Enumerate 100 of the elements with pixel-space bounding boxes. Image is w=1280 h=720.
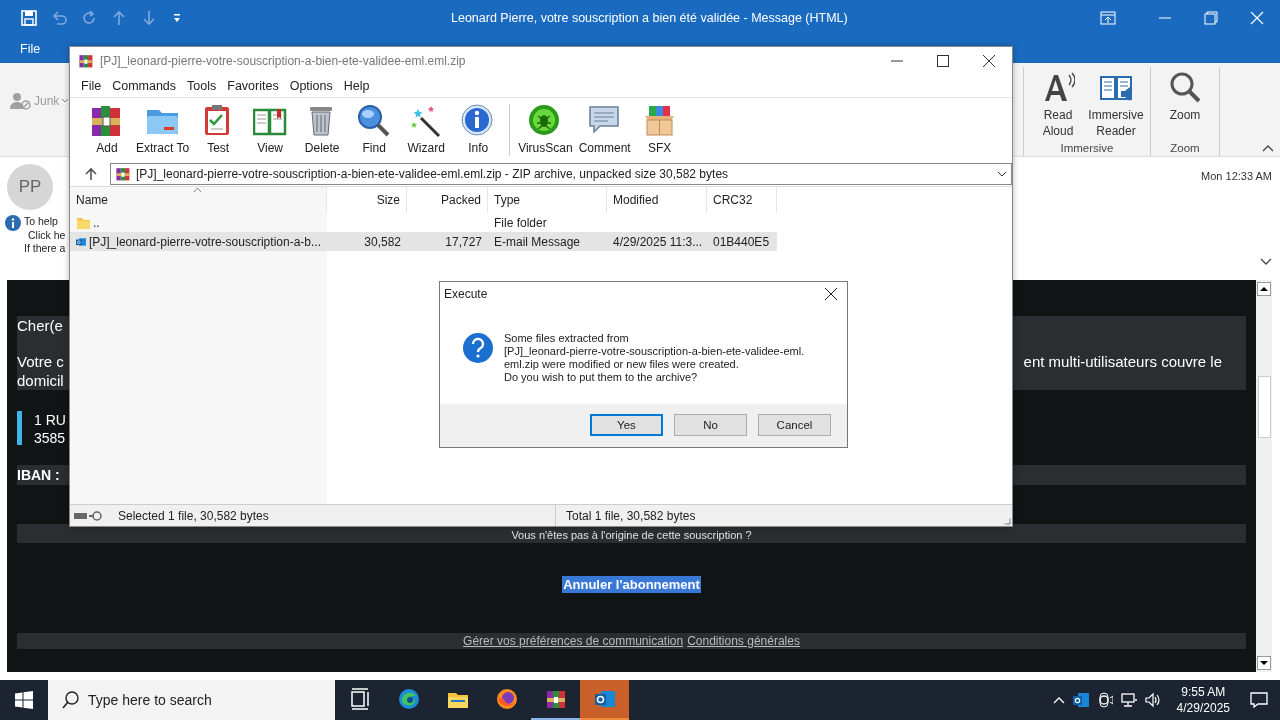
- mail-app-icon[interactable]: [1072, 692, 1089, 708]
- column-header[interactable]: Modified: [607, 187, 707, 213]
- drive-key-icon: [74, 510, 104, 521]
- menu-item[interactable]: Tools: [182, 79, 222, 93]
- dialog-button[interactable]: Yes: [590, 414, 663, 436]
- toolbar-button[interactable]: Wizard: [401, 104, 452, 155]
- edge-icon: [397, 688, 420, 710]
- dialog-title: Execute: [444, 287, 488, 301]
- firefox-icon: [495, 688, 518, 710]
- unsubscribe-link[interactable]: Annuler l'abonnement: [562, 576, 701, 593]
- status-text: Total 1 file, 30,582 bytes: [566, 508, 696, 523]
- archive-icon: [78, 53, 94, 69]
- ribbon-display-icon[interactable]: [1100, 10, 1116, 25]
- mail-app-icon: [593, 688, 616, 710]
- toolbar-button[interactable]: Delete: [297, 104, 348, 155]
- clock-date: 4/29/2025: [1176, 700, 1230, 716]
- footer-link[interactable]: Gérer vos préférences de communication: [463, 634, 684, 648]
- column-header[interactable]: Type: [488, 187, 607, 213]
- address-text: 3585: [34, 429, 66, 447]
- show-hidden-icon[interactable]: [1052, 696, 1065, 704]
- info-icon: [5, 215, 21, 231]
- column-header[interactable]: Name: [70, 187, 327, 213]
- resize-grip-icon: [1003, 517, 1011, 525]
- dialog-button[interactable]: Cancel: [758, 414, 831, 436]
- paragraph-text: ent multi-utilisateurs couvre le: [1023, 352, 1222, 371]
- menu-item[interactable]: Commands: [107, 79, 182, 93]
- camera-icon[interactable]: [1096, 692, 1113, 708]
- zoom-button[interactable]: Zoom: [1157, 67, 1213, 142]
- toolbar-button[interactable]: VirusScan: [516, 104, 575, 155]
- path-field[interactable]: [PJ]_leonard-pierre-votre-souscription-a-bien-ete-validee-eml.eml.zip - ZIP archive, unpacked size 30,582 bytes: [110, 162, 1012, 185]
- menu-item[interactable]: Help: [338, 79, 375, 93]
- table-cell: [PJ]_leonard-pierre-votre-souscription-a-b...: [88, 234, 321, 249]
- toolbar-button[interactable]: Comment: [576, 104, 633, 155]
- junk-icon: [10, 92, 32, 110]
- search-field[interactable]: Type here to search: [48, 680, 335, 720]
- scroll-down-icon: [1257, 656, 1271, 670]
- toolbar-button[interactable]: Test: [193, 104, 244, 155]
- table-cell: 4/29/2025 11:3...: [613, 234, 703, 249]
- reader-button[interactable]: Immersive Reader: [1088, 67, 1144, 142]
- file-row[interactable]: .. File folder: [70, 213, 1012, 232]
- window-title: [PJ]_leonard-pierre-votre-souscription-a-bien-ete-validee-eml.eml.zip: [100, 54, 467, 68]
- greeting-text: Cher(e: [17, 316, 64, 334]
- read-button[interactable]: Read Aloud: [1030, 67, 1086, 142]
- window-title: Leonard Pierre, votre souscription a bien été validée - Message (HTML): [450, 10, 849, 25]
- task-view-icon: [348, 688, 371, 710]
- paragraph-text: domicil: [17, 371, 64, 390]
- volume-icon[interactable]: [1144, 692, 1163, 708]
- table-cell: 30,582: [364, 234, 401, 249]
- clock-time: 9:55 AM: [1180, 684, 1227, 700]
- toolbar-button[interactable]: View: [245, 104, 296, 155]
- save-icon[interactable]: [21, 9, 37, 26]
- table-cell: 17,727: [445, 234, 482, 249]
- file-tab[interactable]: File: [0, 35, 61, 63]
- scroll-thumb[interactable]: [1257, 376, 1271, 438]
- quote-bar: [17, 411, 22, 445]
- maximize-icon[interactable]: [937, 55, 949, 67]
- expand-icon[interactable]: [1260, 258, 1272, 266]
- info-text: To help: [24, 215, 59, 229]
- group-label: Immersive: [1059, 142, 1115, 156]
- zoom-icon: [1168, 71, 1202, 105]
- folder-icon: [76, 215, 90, 230]
- search-icon: [62, 691, 80, 709]
- toolbar-button[interactable]: SFX: [634, 104, 685, 155]
- magnifier-icon: [357, 104, 392, 138]
- collapse-ribbon-icon[interactable]: [1262, 144, 1274, 152]
- column-header[interactable]: Packed: [407, 187, 488, 213]
- table-cell: 01B440E5: [713, 234, 770, 249]
- menu-item[interactable]: Favorites: [222, 79, 284, 93]
- up-arrow-icon[interactable]: [84, 166, 98, 181]
- toolbar-button[interactable]: Find: [349, 104, 400, 155]
- paragraph-text: Votre c: [17, 352, 64, 371]
- archive-icon: [544, 688, 567, 710]
- column-header[interactable]: Size: [327, 187, 407, 213]
- received-time: Mon 12:33 AM: [1201, 170, 1272, 182]
- table-cell: E-mail Message: [494, 234, 581, 249]
- network-icon[interactable]: [1120, 692, 1137, 708]
- notifications-icon[interactable]: [1250, 692, 1268, 708]
- avatar: PP: [7, 164, 53, 210]
- archive-icon: [115, 165, 131, 182]
- customize-icon[interactable]: [171, 11, 183, 24]
- question-icon: [462, 332, 494, 364]
- box-icon: [642, 104, 677, 138]
- menu-item[interactable]: Options: [284, 79, 338, 93]
- toolbar-button[interactable]: Add: [82, 104, 132, 155]
- table-cell: File folder: [494, 215, 547, 230]
- toolbar-button[interactable]: Info: [453, 104, 504, 155]
- dialog-button[interactable]: No: [674, 414, 747, 436]
- iban-label: IBAN :: [17, 467, 60, 483]
- menu-item[interactable]: File: [76, 79, 107, 93]
- info-icon: [461, 104, 496, 138]
- info-text: Click he: [27, 228, 66, 242]
- close-icon[interactable]: [983, 55, 995, 67]
- sort-icon: [193, 187, 202, 193]
- close-icon[interactable]: [825, 288, 837, 300]
- footer-link[interactable]: Conditions générales: [687, 634, 800, 648]
- restore-icon[interactable]: [1204, 10, 1218, 25]
- toolbar-button[interactable]: Extract To: [134, 104, 192, 155]
- column-header[interactable]: CRC32: [707, 187, 777, 213]
- group-label: Zoom: [1169, 142, 1201, 156]
- scrollbar[interactable]: [1256, 280, 1272, 672]
